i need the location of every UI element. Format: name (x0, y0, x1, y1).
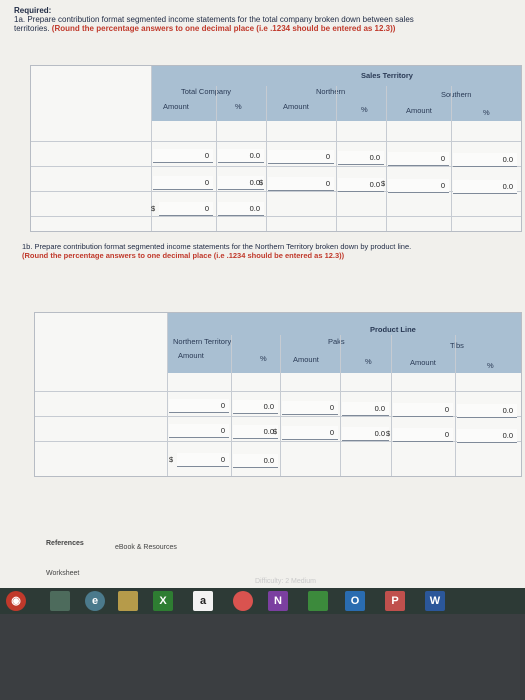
input-tibs-amount-row1[interactable]: 0 (393, 403, 453, 417)
input-nt-pct-row1[interactable]: 0.0 (233, 400, 278, 414)
tile-icon[interactable] (50, 591, 70, 611)
header-product-line: Product Line (370, 325, 416, 334)
references-label: References (46, 540, 84, 547)
header-pct-paks: % (365, 357, 372, 366)
header-pct-total: % (260, 354, 267, 363)
input-north-pct-row1[interactable]: 0.0 (338, 151, 384, 165)
header-tibs: Tibs (450, 341, 464, 350)
question-1b-text: 1b. Prepare contribution format segmente… (22, 242, 412, 251)
desk-background (0, 614, 525, 700)
header-amount-tibs: Amount (410, 358, 436, 367)
powerpoint-icon[interactable]: P (385, 591, 405, 611)
input-tibs-amount-row2[interactable]: 0 (393, 428, 453, 442)
dollar-sign: $ (381, 179, 386, 188)
input-paks-amount-row2[interactable]: 0 (282, 426, 338, 440)
dollar-sign: $ (386, 429, 391, 438)
amazon-icon[interactable]: a (193, 591, 213, 611)
header-amount-south: Amount (406, 106, 432, 115)
input-north-amount-row1[interactable]: 0 (268, 150, 334, 164)
difficulty-ghost-text: Difficulty: 2 Medium (255, 578, 316, 585)
input-total-pct-row2[interactable]: 0.0 (218, 176, 264, 190)
input-south-amount-row1[interactable]: 0 (388, 152, 449, 166)
input-paks-pct-row2[interactable]: 0.0 (342, 427, 389, 441)
chrome-icon[interactable] (233, 591, 253, 611)
input-total-pct-row3[interactable]: 0.0 (218, 202, 264, 216)
header-amount-total: Amount (163, 102, 189, 111)
outlook-icon[interactable]: O (345, 591, 365, 611)
input-south-pct-row2[interactable]: 0.0 (453, 180, 517, 194)
input-nt-pct-row3[interactable]: 0.0 (233, 454, 278, 468)
required-heading: Required: (14, 6, 52, 15)
header-sales-territory: Sales Territory (361, 71, 413, 80)
input-nt-pct-row2[interactable]: 0.0 (233, 425, 278, 439)
header-pct-south: % (483, 108, 490, 117)
input-nt-amount-row2[interactable]: 0 (169, 424, 229, 438)
header-pct-tibs: % (487, 361, 494, 370)
table-product-line: Product Line Northern Territory Paks Tib… (34, 312, 522, 477)
internet-explorer-icon[interactable]: e (85, 591, 105, 611)
worksheet-tab[interactable]: Worksheet (46, 570, 79, 577)
input-total-amount-row3[interactable]: 0 (159, 202, 213, 216)
onenote-icon[interactable]: N (268, 591, 288, 611)
start-icon[interactable]: ◉ (6, 591, 26, 611)
header-pct-north: % (361, 105, 368, 114)
header-amount-total: Amount (178, 351, 204, 360)
header-northern-territory: Northern Territory (173, 337, 232, 346)
table-sales-territory: Sales Territory Total Company Northern S… (30, 65, 522, 232)
dollar-sign: $ (169, 455, 174, 464)
windows-taskbar: ◉ e X a N O P W (0, 588, 525, 614)
dollar-sign: $ (151, 204, 156, 213)
file-explorer-icon[interactable] (118, 591, 138, 611)
required-block: Required: 1a. Prepare contribution forma… (14, 6, 444, 33)
header-paks: Paks (328, 337, 345, 346)
header-northern: Northern (316, 87, 346, 96)
header-amount-north: Amount (283, 102, 309, 111)
header-total-company: Total Company (181, 87, 232, 96)
header-southern: Southern (441, 90, 472, 99)
input-south-pct-row1[interactable]: 0.0 (453, 153, 517, 167)
input-total-amount-row1[interactable]: 0 (153, 149, 213, 163)
word-icon[interactable]: W (425, 591, 445, 611)
input-tibs-pct-row2[interactable]: 0.0 (457, 429, 517, 443)
input-total-amount-row2[interactable]: 0 (153, 176, 213, 190)
dollar-sign: $ (273, 427, 278, 436)
excel-icon[interactable]: X (153, 591, 173, 611)
input-paks-amount-row1[interactable]: 0 (282, 401, 338, 415)
question-1a-note: (Round the percentage answers to one dec… (51, 24, 396, 33)
homework-page: Required: 1a. Prepare contribution forma… (0, 0, 525, 590)
header-pct-total: % (235, 102, 242, 111)
ebook-resources-link[interactable]: eBook & Resources (115, 544, 177, 551)
input-nt-amount-row1[interactable]: 0 (169, 399, 229, 413)
input-nt-amount-row3[interactable]: 0 (177, 453, 229, 467)
header-amount-paks: Amount (293, 355, 319, 364)
input-total-pct-row1[interactable]: 0.0 (218, 149, 264, 163)
input-north-pct-row2[interactable]: 0.0 (338, 178, 384, 192)
input-tibs-pct-row1[interactable]: 0.0 (457, 404, 517, 418)
question-1b-note: (Round the percentage answers to one dec… (22, 251, 345, 260)
dollar-sign: $ (259, 178, 264, 187)
question-1b: 1b. Prepare contribution format segmente… (22, 242, 422, 260)
input-paks-pct-row1[interactable]: 0.0 (342, 402, 389, 416)
input-south-amount-row2[interactable]: 0 (388, 179, 449, 193)
store-icon[interactable] (308, 591, 328, 611)
input-north-amount-row2[interactable]: 0 (268, 177, 334, 191)
